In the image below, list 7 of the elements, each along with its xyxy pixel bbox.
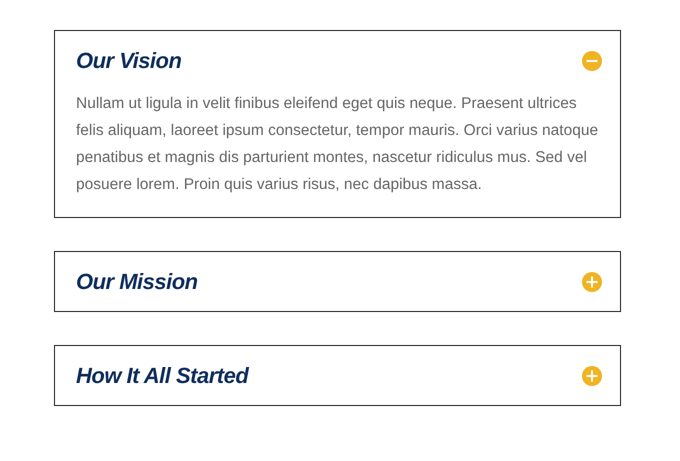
accordion-title[interactable]: Our Mission bbox=[76, 268, 198, 294]
plus-icon[interactable] bbox=[582, 366, 602, 386]
plus-icon[interactable] bbox=[582, 272, 602, 292]
accordion-title[interactable]: How It All Started bbox=[76, 362, 248, 388]
minus-icon[interactable] bbox=[582, 50, 602, 70]
accordion-text: Nullam ut ligula in velit finibus eleifend eget quis neque. Praesent ultrices felis aliquam, laoreet ipsum consectetur, tempor mauris. Orci varius natoque penatibus et magnis dis parturient montes, nascetur ridiculus mus. Sed vel posuere lorem. Proin quis varius risus, nec dapibus massa. bbox=[75, 94, 600, 195]
accordion-title[interactable]: Our Vision bbox=[76, 48, 182, 74]
